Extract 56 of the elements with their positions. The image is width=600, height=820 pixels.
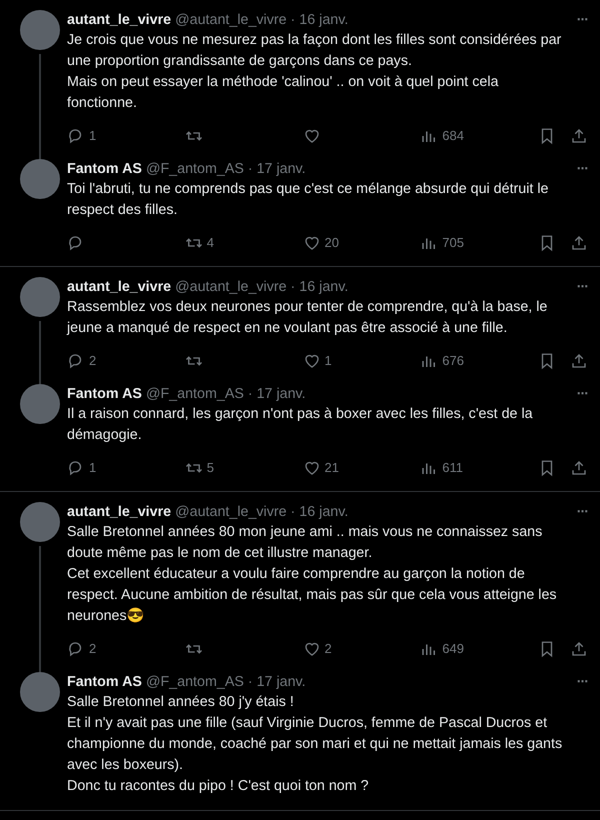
heart-icon bbox=[302, 127, 320, 145]
more-button[interactable]: ··· bbox=[576, 502, 588, 522]
share-icon bbox=[570, 640, 588, 658]
share-icon bbox=[570, 459, 588, 477]
heart-button[interactable]: 2 bbox=[302, 639, 362, 659]
heart-icon bbox=[302, 640, 320, 658]
more-button[interactable]: ··· bbox=[576, 159, 588, 179]
avatar[interactable] bbox=[20, 502, 60, 542]
heart-icon bbox=[302, 459, 320, 477]
handle-and-date: @autant_le_vivre · 16 janv. bbox=[175, 503, 348, 522]
tweet-text: Salle Bretonnel années 80 j'y étais ! Et il n'y avait pas une fille (sauf Virginie Ducros, femme de Pascal Ducros et championne du monde, coaché par son mari et qui ne mettait jamais les gants avec les boxeurs). Donc tu racontes du pipo ! C'est quoi ton nom ? bbox=[67, 693, 564, 796]
avatar[interactable] bbox=[20, 277, 60, 317]
handle-and-date: @autant_le_vivre · 16 janv. bbox=[175, 11, 348, 30]
share-icon bbox=[570, 127, 588, 145]
handle-and-date: @F_antom_AS · 17 janv. bbox=[146, 385, 306, 404]
handle-and-date: @F_antom_AS · 17 janv. bbox=[146, 673, 306, 692]
bar-chart-button[interactable]: 705 bbox=[420, 233, 480, 253]
thread-line bbox=[39, 321, 41, 384]
retweet-button[interactable]: 4 bbox=[184, 233, 245, 253]
reply-button[interactable]: 2 bbox=[67, 639, 127, 659]
heart-button[interactable]: 1 bbox=[302, 351, 362, 371]
user-name[interactable]: Fantom AS bbox=[67, 384, 142, 404]
tweet-text: Salle Bretonnel années 80 mon jeune ami .. mais vous ne connaissez sans doute même pas le nom de cet illustre manager. Cet excellent éducateur a voulu faire comprendre au garçon la notion de respect. Aucune ambition de résultat, mais pas sûr que cela vous atteigne les neurones😎 bbox=[67, 523, 558, 626]
more-button[interactable]: ··· bbox=[576, 277, 588, 297]
tweet-text: Rassemblez vos deux neurones pour tenter de comprendre, qu'à la base, le jeune a manqué de respect en ne voulant pas être associé à une fille. bbox=[67, 298, 548, 338]
heart-button[interactable]: 21 bbox=[302, 458, 362, 478]
tweet-text: Je crois que vous ne mesurez pas la façon dont les filles sont considérées par une proportion grandissante de garçons dans ce pays. Mais on peut essayer la méthode 'calinou' .. on voit à quel point cela fonctionne. bbox=[67, 31, 562, 113]
reply-button[interactable]: 1 bbox=[67, 458, 127, 478]
user-name[interactable]: autant_le_vivre bbox=[67, 502, 172, 522]
reply-button[interactable]: 2 bbox=[67, 351, 127, 371]
avatar[interactable] bbox=[20, 159, 60, 199]
retweet-button[interactable]: 5 bbox=[184, 458, 245, 478]
heart-icon bbox=[302, 352, 320, 370]
user-name[interactable]: Fantom AS bbox=[67, 159, 142, 179]
share-icon bbox=[570, 352, 588, 370]
heart-button[interactable]: 20 bbox=[302, 233, 362, 253]
share-icon bbox=[570, 234, 588, 252]
user-name[interactable]: autant_le_vivre bbox=[67, 10, 172, 30]
bar-chart-button[interactable]: 611 bbox=[420, 458, 480, 478]
avatar[interactable] bbox=[20, 672, 60, 712]
avatar[interactable] bbox=[20, 384, 60, 424]
more-button[interactable]: ··· bbox=[576, 672, 588, 692]
bar-chart-button[interactable]: 676 bbox=[420, 351, 480, 371]
user-name[interactable]: Fantom AS bbox=[67, 672, 142, 692]
tweet-text: Il a raison connard, les garçon n'ont pas à boxer avec les filles, c'est de la démagogie. bbox=[67, 405, 534, 445]
bar-chart-button[interactable]: 684 bbox=[420, 126, 480, 146]
more-button[interactable]: ··· bbox=[576, 10, 588, 30]
avatar[interactable] bbox=[20, 10, 60, 50]
user-name[interactable]: autant_le_vivre bbox=[67, 277, 172, 297]
tweet-text: Toi l'abruti, tu ne comprends pas que c'est ce mélange absurde qui détruit le respect des filles. bbox=[67, 180, 550, 220]
heart-icon bbox=[302, 234, 320, 252]
handle-and-date: @autant_le_vivre · 16 janv. bbox=[175, 278, 348, 297]
handle-and-date: @F_antom_AS · 17 janv. bbox=[146, 160, 306, 179]
bar-chart-button[interactable]: 649 bbox=[420, 639, 480, 659]
more-button[interactable]: ··· bbox=[576, 384, 588, 404]
reply-button[interactable]: 1 bbox=[67, 126, 127, 146]
